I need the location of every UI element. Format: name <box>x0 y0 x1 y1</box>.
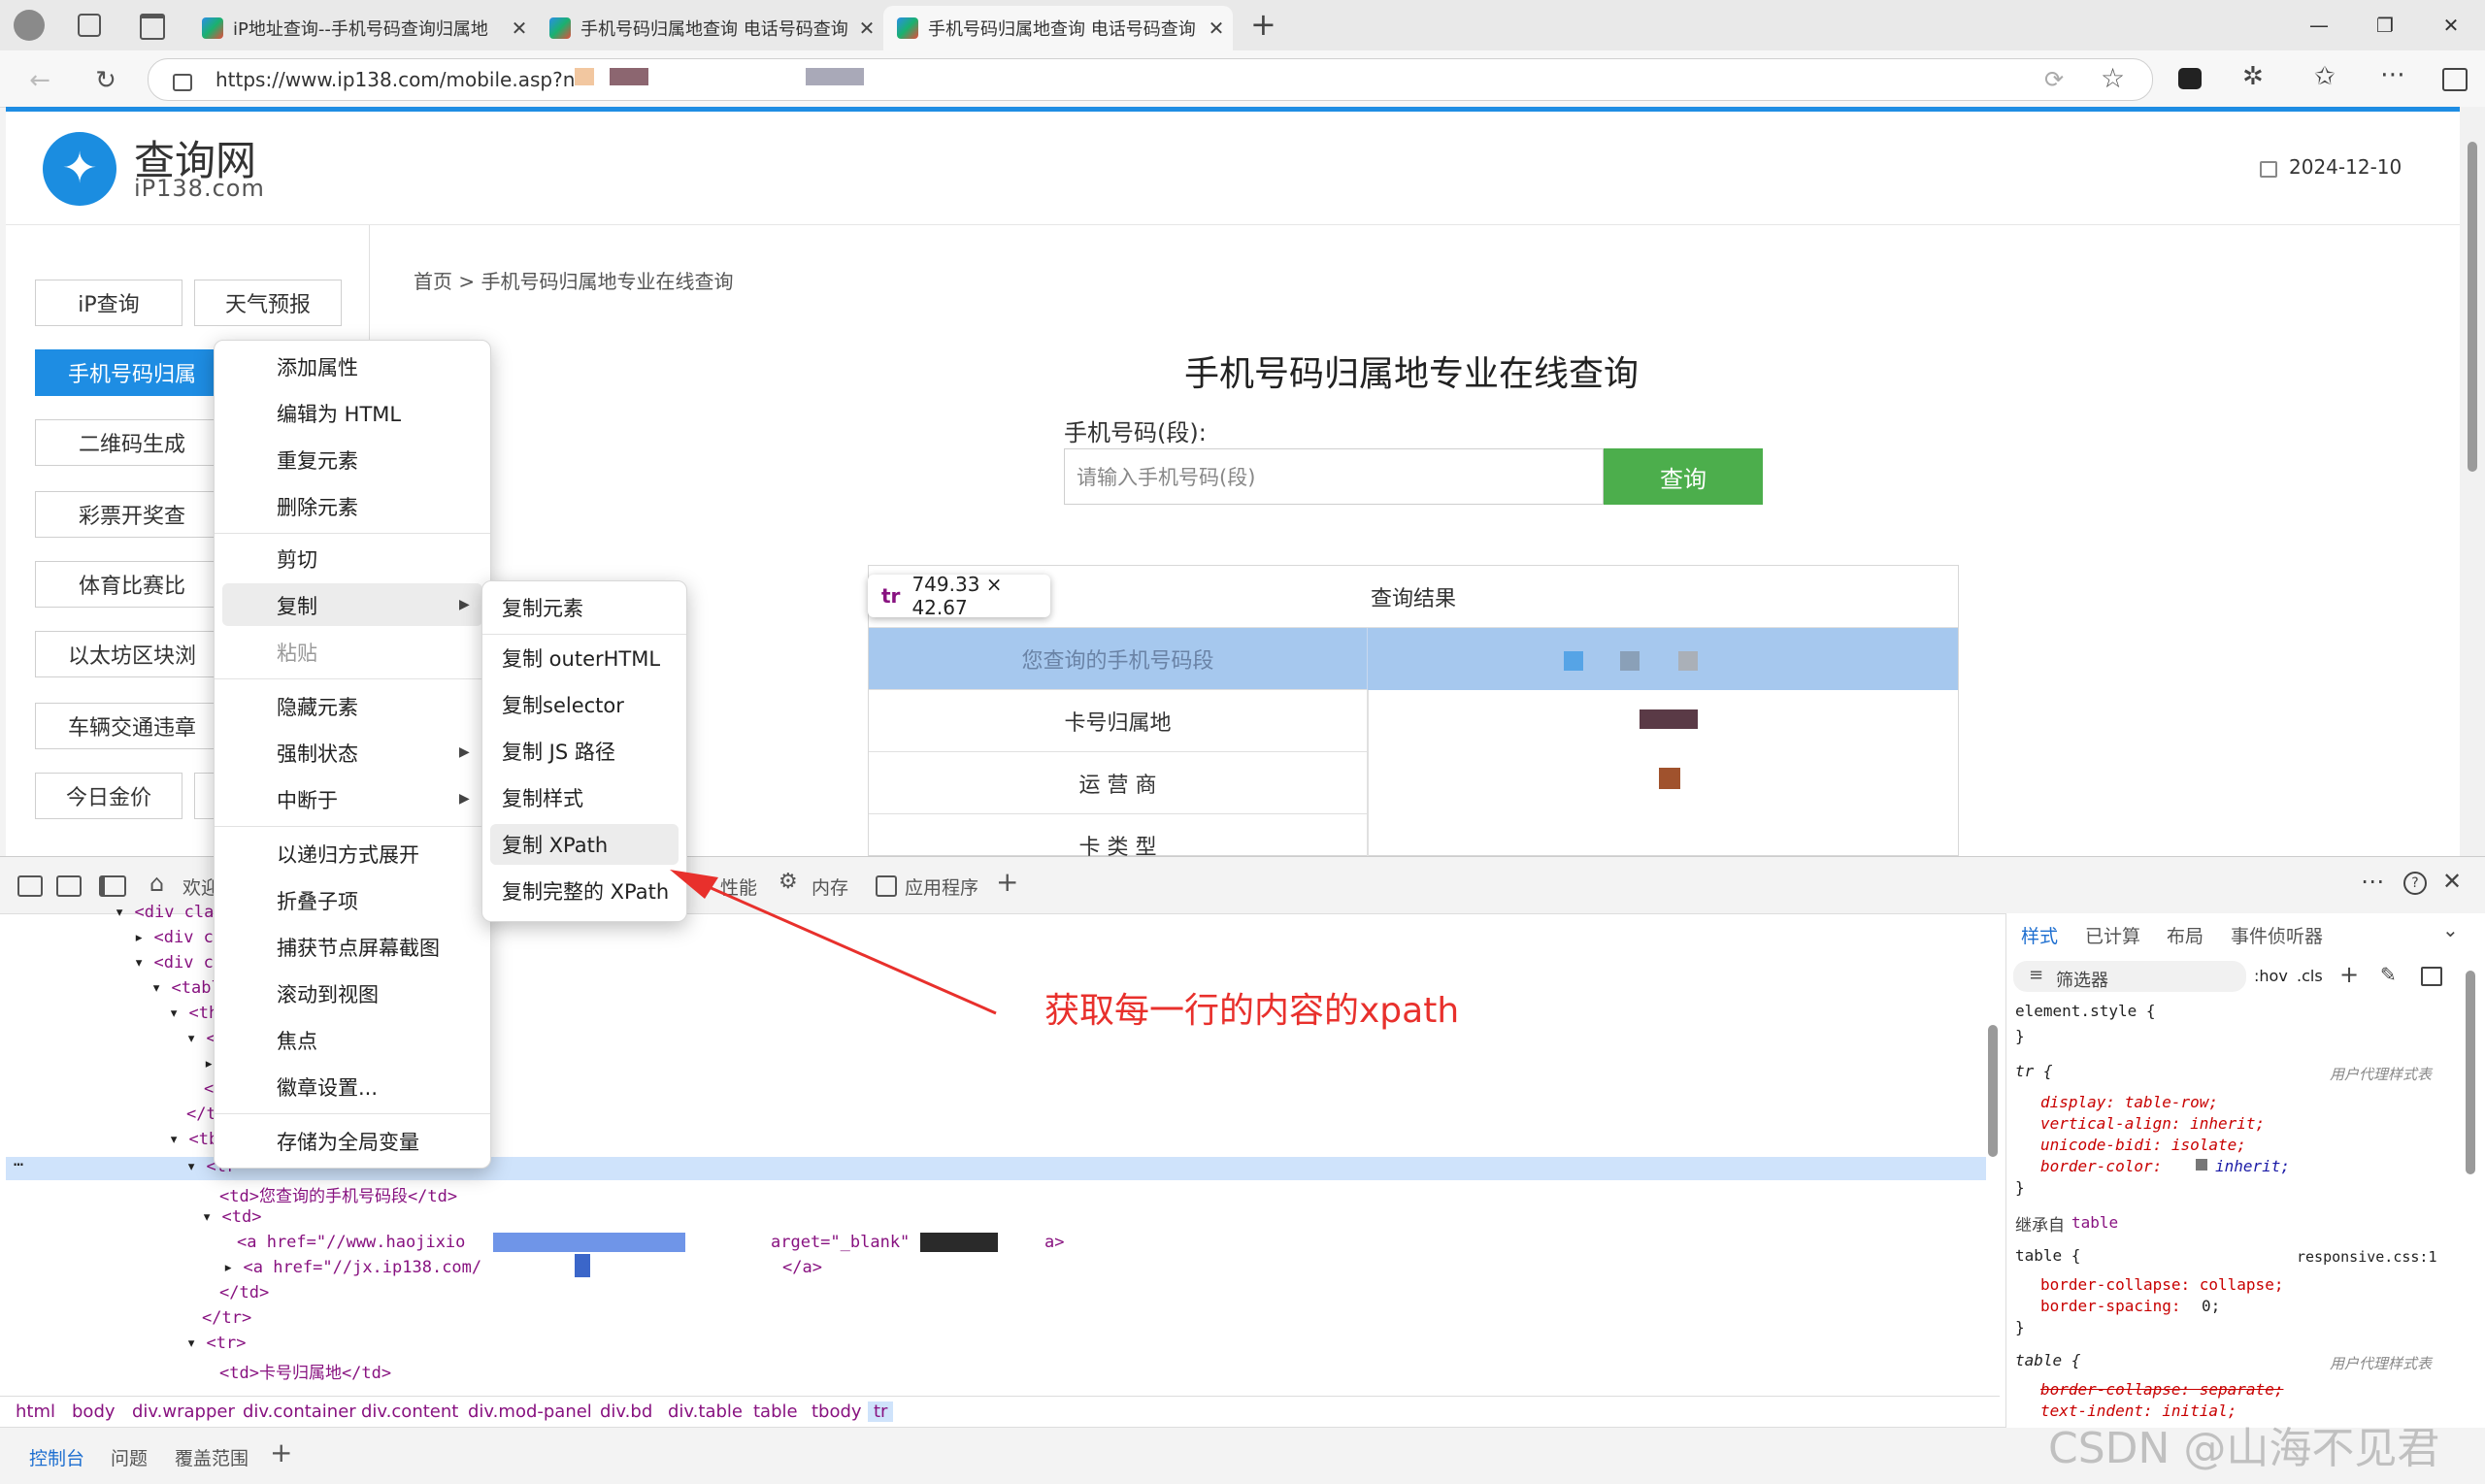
annotation-arrow <box>670 870 997 1015</box>
annotation-text: 获取每一行的内容的xpath <box>1044 991 1460 1031</box>
watermark: CSDN @山海不见君 <box>2048 1424 2440 1473</box>
